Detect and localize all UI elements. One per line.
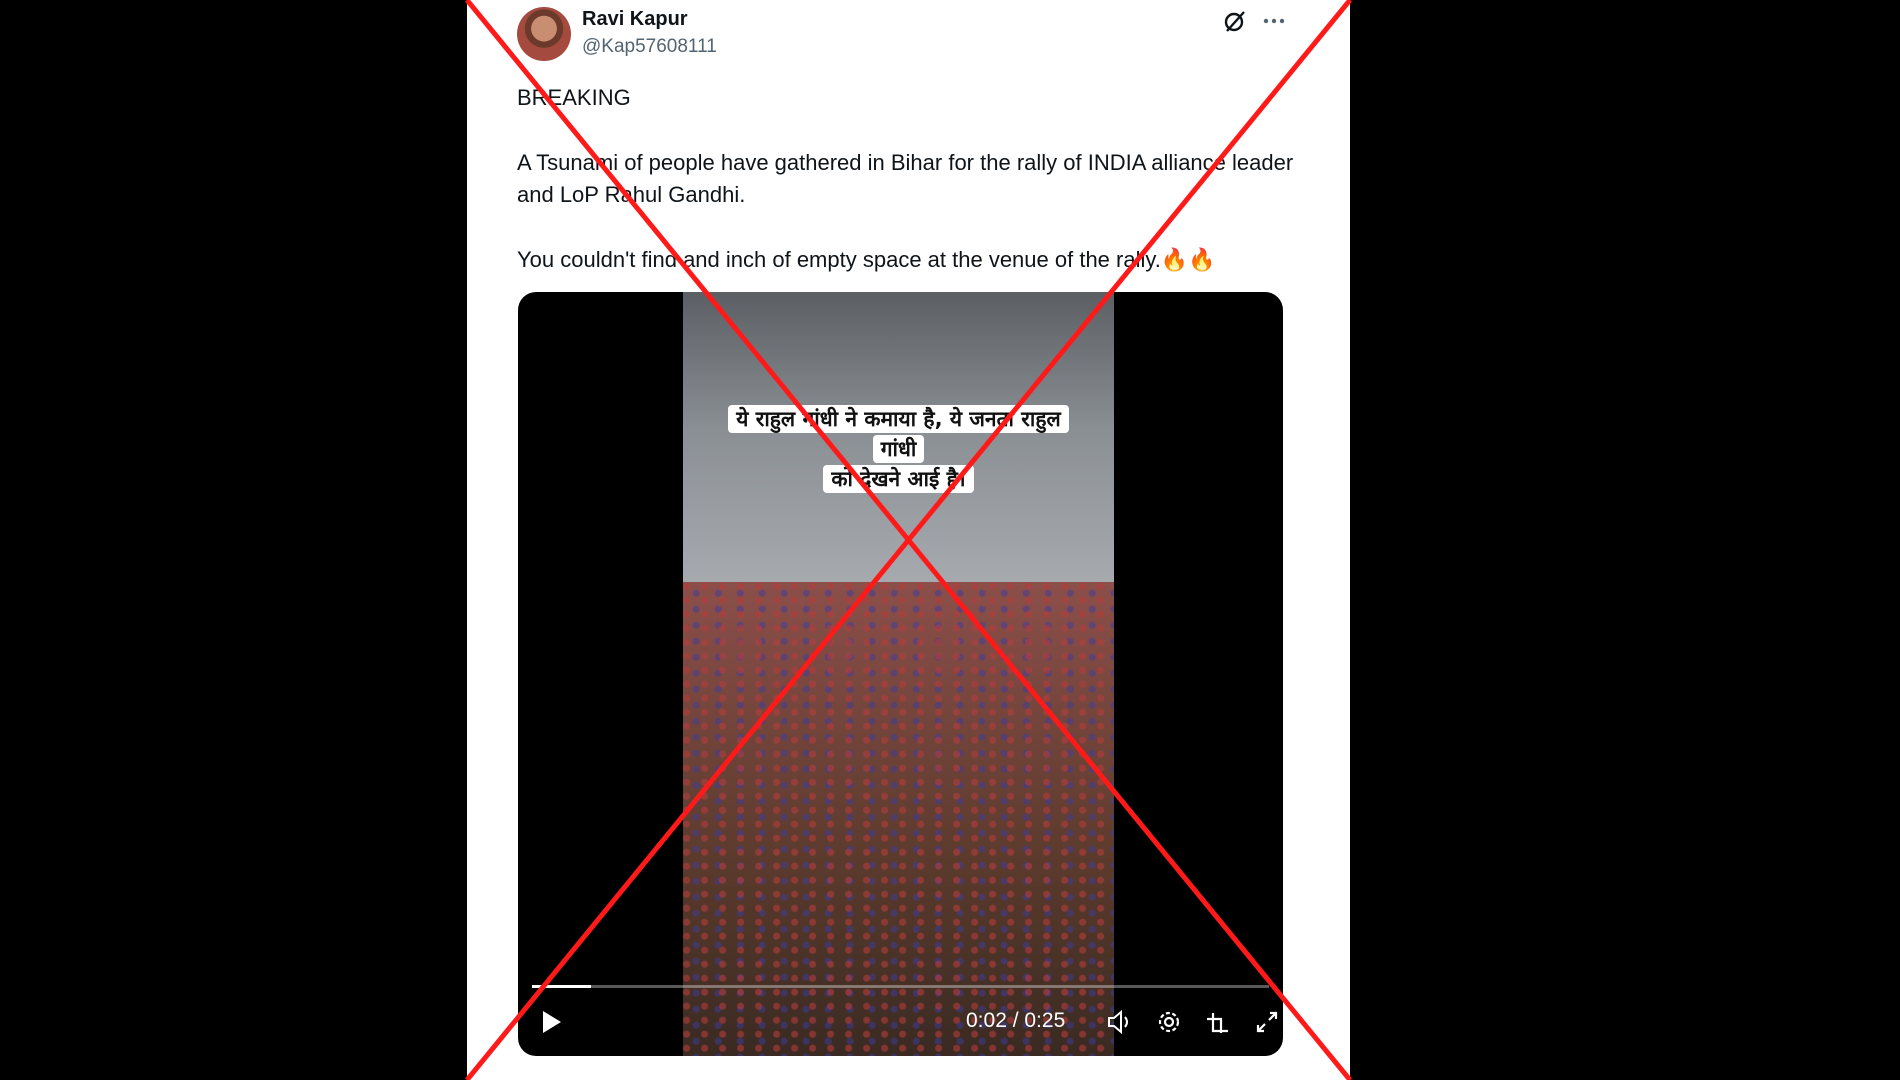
video-progress-fill [532, 985, 591, 988]
post-text-line: A Tsunami of people have gathered in Bih… [517, 150, 1294, 207]
author-handle[interactable]: @Kap57608111 [582, 36, 717, 58]
more-icon[interactable] [1259, 8, 1289, 34]
post-text-line: You couldn't find and inch of empty spac… [517, 247, 1216, 272]
video-caption: ये राहुल गांधी ने कमाया है, ये जनता राहु… [716, 404, 1081, 494]
picture-in-picture-icon[interactable] [1201, 1005, 1235, 1039]
author-name[interactable]: Ravi Kapur [582, 8, 688, 31]
post-text-line: BREAKING [517, 85, 631, 110]
fullscreen-icon[interactable] [1250, 1005, 1283, 1039]
author-avatar[interactable] [517, 7, 571, 61]
video-player[interactable]: ये राहुल गांधी ने कमाया है, ये जनता राहु… [518, 292, 1283, 1056]
video-caption-line: को देखने आई है। [823, 465, 974, 493]
video-progress-bar[interactable] [532, 985, 1269, 988]
volume-icon[interactable] [1103, 1005, 1137, 1039]
post-card: Ravi Kapur @Kap57608111 BREAKING A Tsuna… [467, 0, 1350, 1080]
play-icon[interactable] [534, 1005, 568, 1039]
grok-icon[interactable] [1222, 8, 1248, 34]
video-frame[interactable]: ये राहुल गांधी ने कमाया है, ये जनता राहु… [683, 292, 1114, 1056]
settings-icon[interactable] [1152, 1005, 1186, 1039]
video-caption-line: ये राहुल गांधी ने कमाया है, ये जनता राहु… [728, 405, 1069, 463]
video-time: 0:02 / 0:25 [966, 1009, 1066, 1032]
post-text: BREAKING A Tsunami of people have gather… [517, 82, 1297, 276]
